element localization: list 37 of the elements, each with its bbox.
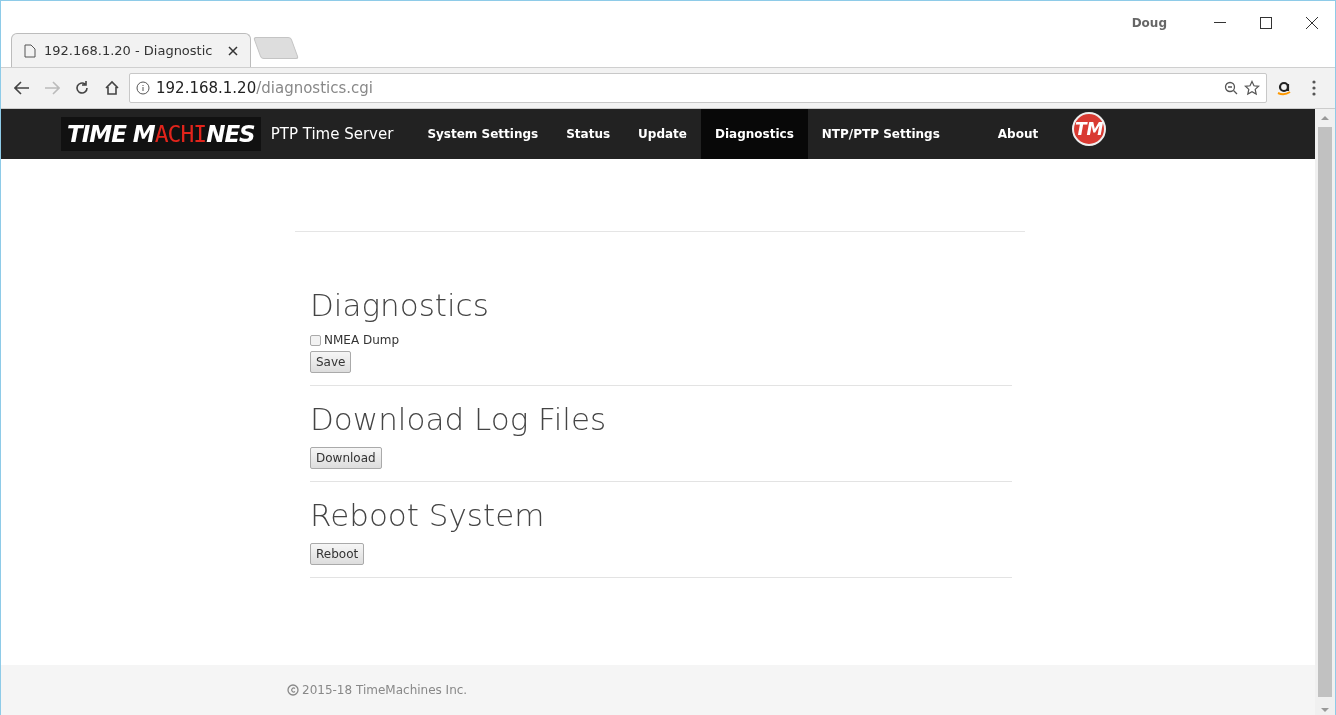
minimize-icon[interactable] [1214, 22, 1226, 24]
checkbox[interactable] [310, 334, 321, 346]
address-bar[interactable]: 192.168.1.20/diagnostics.cgi [129, 73, 1267, 103]
back-icon[interactable] [14, 81, 30, 95]
zoom-out-icon[interactable] [1224, 81, 1238, 95]
checkbox-label: NMEA Dump [324, 333, 400, 347]
nav-item[interactable]: NTP/PTP Settings [807, 109, 954, 159]
profile-name[interactable]: Doug [1131, 16, 1167, 30]
close-icon[interactable] [1306, 17, 1318, 29]
info-icon[interactable] [136, 81, 150, 95]
action-button[interactable]: Save [310, 351, 352, 373]
nav-item[interactable]: Update [624, 109, 701, 159]
url-text: 192.168.1.20/diagnostics.cgi [156, 79, 374, 97]
section-heading: Download Log Files [310, 401, 608, 437]
nav-item[interactable]: About [983, 109, 1053, 159]
action-button[interactable]: Reboot [310, 543, 365, 565]
nav-item[interactable]: Status [552, 109, 625, 159]
brand-name: PTP Time Server [270, 125, 394, 143]
copyright-text: 2015-18 TimeMachines Inc. [302, 683, 468, 697]
section-heading: Diagnostics [310, 287, 490, 323]
logo-badge: TM [1072, 112, 1107, 146]
close-icon[interactable] [228, 45, 238, 56]
menu-icon[interactable] [1312, 80, 1316, 96]
tab-title: 192.168.1.20 - Diagnostic [44, 43, 214, 58]
nav-item[interactable]: System Settings [413, 109, 553, 159]
reload-icon[interactable] [74, 80, 90, 96]
nav-item[interactable]: Diagnostics [701, 109, 808, 159]
section-heading: Reboot System [310, 497, 546, 533]
page-icon [24, 43, 36, 58]
home-icon[interactable] [104, 80, 120, 96]
star-icon[interactable] [1244, 80, 1260, 96]
browser-tab[interactable]: 192.168.1.20 - Diagnostic [11, 33, 251, 67]
copyright-icon [287, 684, 299, 696]
extension-icon[interactable] [1276, 79, 1292, 97]
action-button[interactable]: Download [310, 447, 382, 469]
maximize-icon[interactable] [1260, 17, 1272, 29]
brand-logo[interactable]: TIME MACHINES [61, 117, 261, 151]
